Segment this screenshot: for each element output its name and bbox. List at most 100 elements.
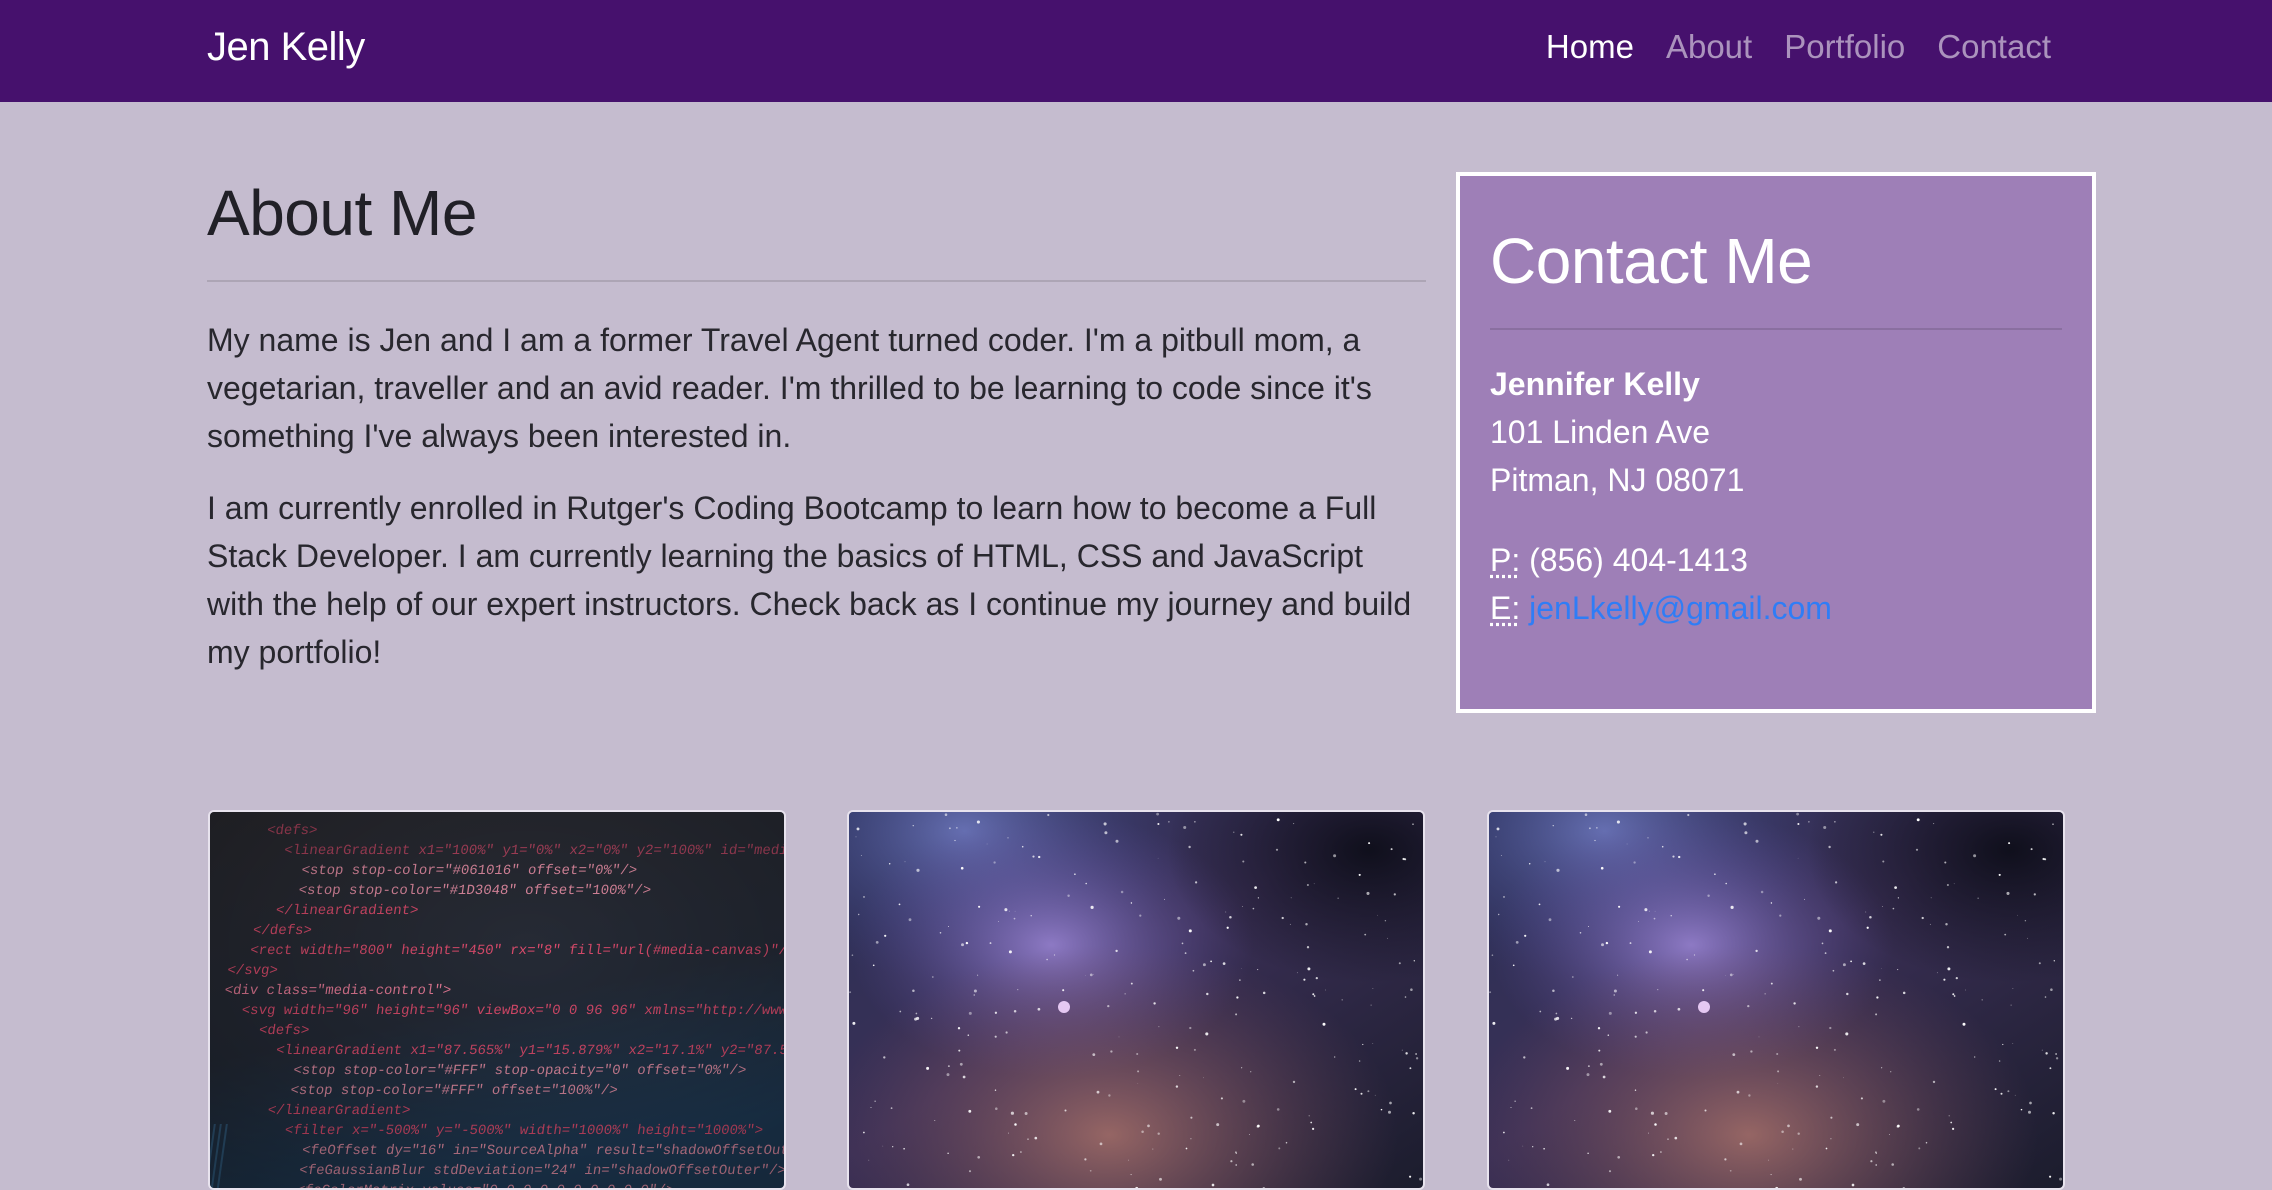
- nav-link-home[interactable]: Home: [1546, 24, 1634, 70]
- star: [870, 1107, 872, 1108]
- star: [1358, 873, 1361, 876]
- star: [2059, 1177, 2063, 1181]
- star: [1030, 915, 1032, 917]
- star: [1495, 836, 1497, 838]
- portfolio-card-galaxy-2[interactable]: [1487, 810, 2065, 1190]
- star: [1289, 923, 1291, 925]
- star: [1152, 1148, 1154, 1150]
- portfolio-card-code[interactable]: <defs><linearGradient x1="100%" y1="0%" …: [208, 810, 786, 1190]
- star: [2004, 933, 2007, 936]
- star: [1725, 975, 1726, 976]
- star: [1634, 1035, 1637, 1038]
- star: [989, 942, 992, 945]
- star: [1038, 855, 1041, 859]
- star: [2050, 988, 2053, 991]
- star: [1235, 1013, 1238, 1016]
- star: [1860, 1097, 1863, 1100]
- star: [1096, 1090, 1100, 1094]
- star: [1634, 1011, 1638, 1014]
- star: [1770, 1174, 1772, 1176]
- star: [1497, 913, 1500, 916]
- star: [1181, 942, 1184, 945]
- star: [926, 1066, 930, 1070]
- star: [1206, 992, 1209, 996]
- star: [1139, 914, 1142, 917]
- star: [1177, 916, 1181, 920]
- star: [2045, 1052, 2048, 1055]
- star: [1815, 1046, 1819, 1050]
- star: [849, 991, 852, 994]
- star: [1136, 1052, 1139, 1056]
- star: [1733, 973, 1734, 975]
- star: [1007, 1132, 1009, 1134]
- star: [868, 1159, 870, 1161]
- star: [1613, 989, 1617, 993]
- star: [1921, 916, 1924, 920]
- star: [934, 1120, 936, 1121]
- star: [1943, 978, 1946, 981]
- nav-link-portfolio[interactable]: Portfolio: [1784, 24, 1905, 70]
- star: [1714, 873, 1716, 876]
- star: [1881, 968, 1882, 969]
- star: [1242, 906, 1243, 907]
- star: [994, 1011, 998, 1014]
- brand-link[interactable]: Jen Kelly: [207, 22, 365, 72]
- star: [1130, 982, 1133, 985]
- star: [1014, 1123, 1017, 1126]
- star: [1882, 906, 1883, 907]
- star: [1099, 1142, 1103, 1146]
- star: [898, 903, 901, 906]
- star: [1226, 926, 1229, 929]
- star: [1203, 1077, 1204, 1079]
- star: [1205, 1032, 1209, 1036]
- star: [1194, 821, 1196, 823]
- star: [1092, 1053, 1096, 1056]
- star: [948, 926, 949, 927]
- star: [1724, 1158, 1727, 1161]
- star: [1804, 898, 1806, 900]
- star: [1374, 1094, 1376, 1096]
- star: [1190, 1138, 1192, 1140]
- star: [965, 941, 969, 945]
- nav-link-about[interactable]: About: [1666, 24, 1752, 70]
- star: [1372, 1043, 1374, 1044]
- star: [1367, 1090, 1370, 1093]
- star: [1950, 1121, 1953, 1124]
- star: [1325, 989, 1326, 991]
- star: [1597, 1027, 1601, 1030]
- star: [1415, 1057, 1419, 1060]
- star: [1584, 813, 1588, 816]
- about-paragraph-1: My name is Jen and I am a former Travel …: [207, 322, 1372, 454]
- star: [1390, 848, 1393, 851]
- star: [1704, 1109, 1707, 1112]
- phone-label: P:: [1490, 542, 1521, 578]
- star: [1998, 873, 2001, 876]
- star: [1981, 999, 1983, 1001]
- star: [1657, 989, 1659, 991]
- star: [1380, 1108, 1383, 1111]
- star: [1797, 857, 1799, 859]
- star: [1891, 1163, 1894, 1166]
- star: [1290, 897, 1292, 899]
- contact-email-link[interactable]: jenLkelly@gmail.com: [1529, 590, 1832, 626]
- star: [1833, 1048, 1836, 1051]
- star: [2052, 1111, 2055, 1115]
- star: [1843, 1077, 1844, 1079]
- star: [1744, 831, 1748, 835]
- nav-link-contact[interactable]: Contact: [1937, 24, 2051, 70]
- star: [1832, 969, 1835, 972]
- bright-star: [1698, 1001, 1710, 1013]
- star: [2024, 920, 2027, 922]
- star: [1308, 1115, 1310, 1117]
- star: [1846, 992, 1849, 996]
- star: [977, 1155, 981, 1159]
- star: [1401, 1049, 1403, 1051]
- star: [1707, 894, 1710, 898]
- star: [1362, 1043, 1364, 1046]
- galaxy-image: [849, 812, 1423, 1188]
- portfolio-card-galaxy-1[interactable]: [847, 810, 1425, 1190]
- star: [1310, 1121, 1313, 1124]
- star: [1064, 1109, 1067, 1112]
- star: [912, 989, 915, 992]
- about-paragraph-2: I am currently enrolled in Rutger's Codi…: [207, 490, 1412, 670]
